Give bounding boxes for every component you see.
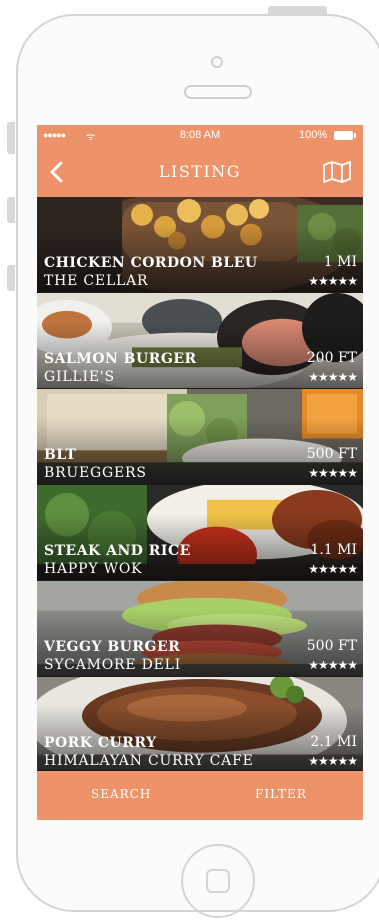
list-item[interactable]: STEAK AND RICE HAPPY WOK 1.1 MI ★★★★★ [37,485,363,581]
star-rating: ★★★★★ [308,562,358,576]
mute-switch [7,122,15,154]
dish-name: VEGGY BURGER [44,639,181,655]
app-screen: ●●●●● ᯤ 8:08 AM 100% LISTING CHICKEN COR… [37,125,363,820]
list-item[interactable]: BLT BRUEGGERS 500 FT ★★★★★ [37,389,363,485]
star-rating: ★★★★★ [308,274,358,288]
search-tab[interactable]: SEARCH [91,787,151,801]
distance: 200 FT [306,350,357,366]
volume-up-button [7,197,15,223]
restaurant-name: THE CELLAR [44,273,149,289]
restaurant-name: HAPPY WOK [44,561,143,577]
distance: 1 MI [323,254,357,270]
front-camera [211,56,223,68]
home-square-icon [206,869,230,893]
map-icon[interactable] [322,161,352,183]
list-item[interactable]: CHICKEN CORDON BLEU THE CELLAR 1 MI ★★★★… [37,197,363,293]
distance: 500 FT [306,446,357,462]
bottom-tab-bar: SEARCH FILTER [37,771,363,820]
restaurant-name: HIMALAYAN CURRY CAFE [44,753,254,769]
restaurant-name: SYCAMORE DELI [44,657,182,673]
page-title: LISTING [158,162,242,181]
dish-name: PORK CURRY [44,735,157,751]
star-rating: ★★★★★ [308,754,358,768]
home-button[interactable] [181,844,255,918]
battery-icon [334,131,356,140]
distance: 2.1 MI [310,734,357,750]
dish-name: STEAK AND RICE [44,543,191,559]
earpiece-speaker [184,85,252,99]
restaurant-name: BRUEGGERS [44,465,147,481]
list-item[interactable]: VEGGY BURGER SYCAMORE DELI 500 FT ★★★★★ [37,581,363,677]
list-item[interactable]: PORK CURRY HIMALAYAN CURRY CAFE 2.1 MI ★… [37,677,363,771]
distance: 500 FT [306,638,357,654]
restaurant-name: GILLIE'S [44,369,115,385]
star-rating: ★★★★★ [308,658,358,672]
dish-name: CHICKEN CORDON BLEU [44,255,258,271]
list-item[interactable]: SALMON BURGER GILLIE'S 200 FT ★★★★★ [37,293,363,389]
listing-list: CHICKEN CORDON BLEU THE CELLAR 1 MI ★★★★… [37,197,363,771]
distance: 1.1 MI [310,542,357,558]
dish-name: BLT [44,447,77,463]
star-rating: ★★★★★ [308,370,358,384]
navigation-bar: LISTING [37,146,363,197]
star-rating: ★★★★★ [308,466,358,480]
filter-tab[interactable]: FILTER [255,787,307,801]
dish-name: SALMON BURGER [44,351,197,367]
volume-down-button [7,265,15,291]
power-button [268,6,327,15]
status-bar: ●●●●● ᯤ 8:08 AM 100% [37,125,363,146]
battery-percent: 100% [299,129,328,141]
